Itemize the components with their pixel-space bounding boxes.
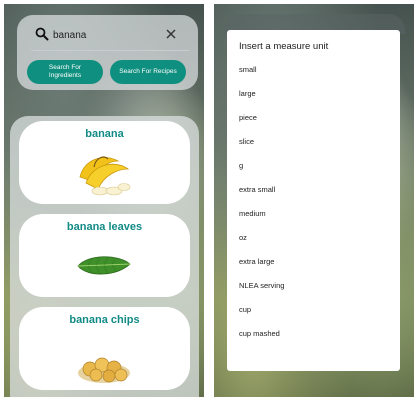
result-card[interactable]: banana xyxy=(19,121,190,204)
unit-option[interactable]: slice xyxy=(239,137,254,146)
banana-image xyxy=(79,156,131,196)
banana-chips-image xyxy=(78,357,130,383)
search-icon xyxy=(35,27,49,41)
result-card[interactable]: banana chips xyxy=(19,307,190,390)
result-title: banana xyxy=(85,128,124,140)
search-panel: Search For Ingredients Search For Recipe… xyxy=(17,15,198,90)
unit-option[interactable]: NLEA serving xyxy=(239,281,284,290)
result-title: banana leaves xyxy=(66,221,143,233)
result-card[interactable]: banana leaves xyxy=(19,214,190,297)
unit-option[interactable]: large xyxy=(239,89,256,98)
unit-option[interactable]: extra large xyxy=(239,257,274,266)
unit-option[interactable]: cup mashed xyxy=(239,329,280,338)
unit-option[interactable]: piece xyxy=(239,113,257,122)
close-icon[interactable] xyxy=(165,28,177,40)
unit-option[interactable]: oz xyxy=(239,233,247,242)
dialog-title: Insert a measure unit xyxy=(239,41,329,52)
banana-leaf-image xyxy=(77,256,131,275)
search-input[interactable] xyxy=(53,27,163,43)
unit-option[interactable]: cup xyxy=(239,305,251,314)
search-recipes-button[interactable]: Search For Recipes xyxy=(110,60,186,84)
results-list: banana banana leaves banana chips xyxy=(10,116,199,397)
unit-option[interactable]: medium xyxy=(239,209,266,218)
measure-unit-screen: Insert a measure unit small large piece … xyxy=(214,4,414,397)
measure-unit-dialog: Insert a measure unit small large piece … xyxy=(227,30,400,371)
unit-option[interactable]: extra small xyxy=(239,185,275,194)
search-bar xyxy=(17,15,198,55)
search-ingredients-button[interactable]: Search For Ingredients xyxy=(27,60,103,84)
unit-option[interactable]: g xyxy=(239,161,243,170)
unit-option[interactable]: small xyxy=(239,65,257,74)
search-divider xyxy=(31,50,189,51)
result-title: banana chips xyxy=(69,314,140,326)
search-screen: Search For Ingredients Search For Recipe… xyxy=(4,4,204,397)
